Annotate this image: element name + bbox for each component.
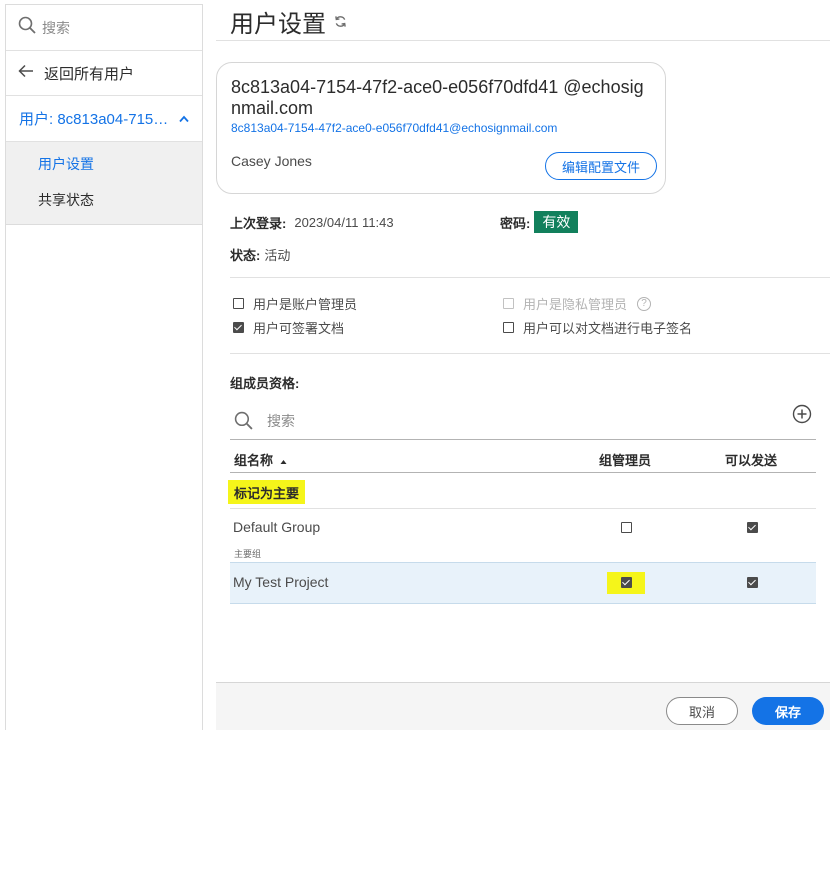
can-esign-label: 用户可以对文档进行电子签名 xyxy=(523,321,693,336)
sidebar-item-sharing-status[interactable]: 共享状态 xyxy=(6,182,202,218)
footer-bar: 取消 保存 xyxy=(216,682,830,730)
group-membership-title: 组成员资格: xyxy=(230,376,300,391)
privacy-admin-checkbox xyxy=(503,298,514,309)
status-value: 活动 xyxy=(264,248,291,263)
search-icon xyxy=(234,411,253,430)
profile-full-name: Casey Jones xyxy=(231,153,312,169)
last-login-row: 上次登录: 2023/04/11 11:43 xyxy=(230,213,394,232)
arrow-left-icon xyxy=(18,64,34,82)
account-admin-label: 用户是账户管理员 xyxy=(253,297,358,312)
can-sign-label: 用户可签署文档 xyxy=(253,321,345,336)
back-to-all-users-link[interactable]: 返回所有用户 xyxy=(6,51,202,96)
sidebar-user-label: 用户: 8c813a04-7154-47f2-ace0-e056f70dfd41 xyxy=(19,111,173,128)
account-admin-checkbox[interactable] xyxy=(233,298,244,309)
page-title: 用户设置 xyxy=(230,4,347,39)
sidebar-submenu: 用户设置 共享状态 xyxy=(6,142,202,225)
last-login-value: 2023/04/11 11:43 xyxy=(294,215,394,230)
group-search-bar[interactable]: 搜索 xyxy=(230,402,816,440)
back-label: 返回所有用户 xyxy=(44,65,135,83)
help-icon[interactable]: ? xyxy=(637,296,652,311)
column-header-group-name-label: 组名称 xyxy=(234,453,274,468)
password-label: 密码: xyxy=(500,215,531,231)
search-icon xyxy=(18,16,36,39)
group-name: My Test Project xyxy=(233,574,329,590)
save-button[interactable]: 保存 xyxy=(752,697,824,725)
privacy-admin-option: 用户是隐私管理员 ? xyxy=(503,294,652,313)
group-admin-checkbox[interactable] xyxy=(621,577,632,588)
header-divider xyxy=(230,472,816,473)
sidebar-search-input[interactable]: 搜索 xyxy=(42,18,70,38)
sort-ascending-icon xyxy=(280,459,287,465)
sidebar-search[interactable]: 搜索 xyxy=(6,5,202,51)
sidebar-user-item[interactable]: 用户: 8c813a04-7154-47f2-ace0-e056f70dfd41 xyxy=(6,96,202,142)
chevron-up-icon[interactable] xyxy=(179,115,189,123)
primary-group-label: 主要组 xyxy=(234,549,262,559)
cancel-button[interactable]: 取消 xyxy=(666,697,738,725)
column-header-group-admin: 组管理员 xyxy=(599,453,652,468)
can-sign-checkbox[interactable] xyxy=(233,322,244,333)
table-row[interactable]: My Test Project xyxy=(230,562,816,604)
sidebar: 搜索 返回所有用户 用户: 8c813a04-7154-47f2-ace0-e0… xyxy=(5,4,203,730)
column-header-can-send: 可以发送 xyxy=(725,453,778,468)
mark-as-primary-button[interactable]: 标记为主要 xyxy=(228,480,306,504)
can-send-checkbox[interactable] xyxy=(747,577,758,588)
can-send-checkbox[interactable] xyxy=(747,522,758,533)
edit-profile-button[interactable]: 编辑配置文件 xyxy=(545,152,657,180)
page-title-text: 用户设置 xyxy=(230,11,326,38)
group-name: Default Group xyxy=(233,519,321,535)
refresh-icon[interactable] xyxy=(334,15,347,28)
profile-card: 8c813a04-7154-47f2-ace0-e056f70dfd41 @ec… xyxy=(216,62,666,194)
account-admin-option[interactable]: 用户是账户管理员 xyxy=(233,294,357,313)
divider xyxy=(230,277,830,278)
status-row: 状态: 活动 xyxy=(230,245,290,264)
divider xyxy=(230,353,830,354)
can-esign-checkbox[interactable] xyxy=(503,322,514,333)
group-search-input[interactable]: 搜索 xyxy=(267,411,295,431)
add-group-icon[interactable] xyxy=(792,404,812,429)
password-status-badge: 有效 xyxy=(534,211,579,233)
privacy-admin-label: 用户是隐私管理员 xyxy=(523,297,628,312)
main-content: 用户设置 8c813a04-7154-47f2-ace0-e056f70dfd4… xyxy=(216,0,830,730)
column-header-group-name[interactable]: 组名称 xyxy=(234,450,287,469)
profile-name: 8c813a04-7154-47f2-ace0-e056f70dfd41 @ec… xyxy=(231,77,644,118)
title-divider xyxy=(216,40,830,41)
group-admin-checkbox[interactable] xyxy=(621,522,632,533)
password-row: 密码: 有效 xyxy=(500,211,579,233)
table-row[interactable]: Default Group 主要组 xyxy=(230,509,816,562)
last-login-label: 上次登录: xyxy=(230,216,287,231)
can-esign-option[interactable]: 用户可以对文档进行电子签名 xyxy=(503,318,692,337)
sidebar-item-user-settings[interactable]: 用户设置 xyxy=(6,146,202,182)
profile-email: 8c813a04-7154-47f2-ace0-e056f70dfd41@ech… xyxy=(231,121,558,135)
can-sign-option[interactable]: 用户可签署文档 xyxy=(233,318,344,337)
status-label: 状态: xyxy=(230,248,261,263)
